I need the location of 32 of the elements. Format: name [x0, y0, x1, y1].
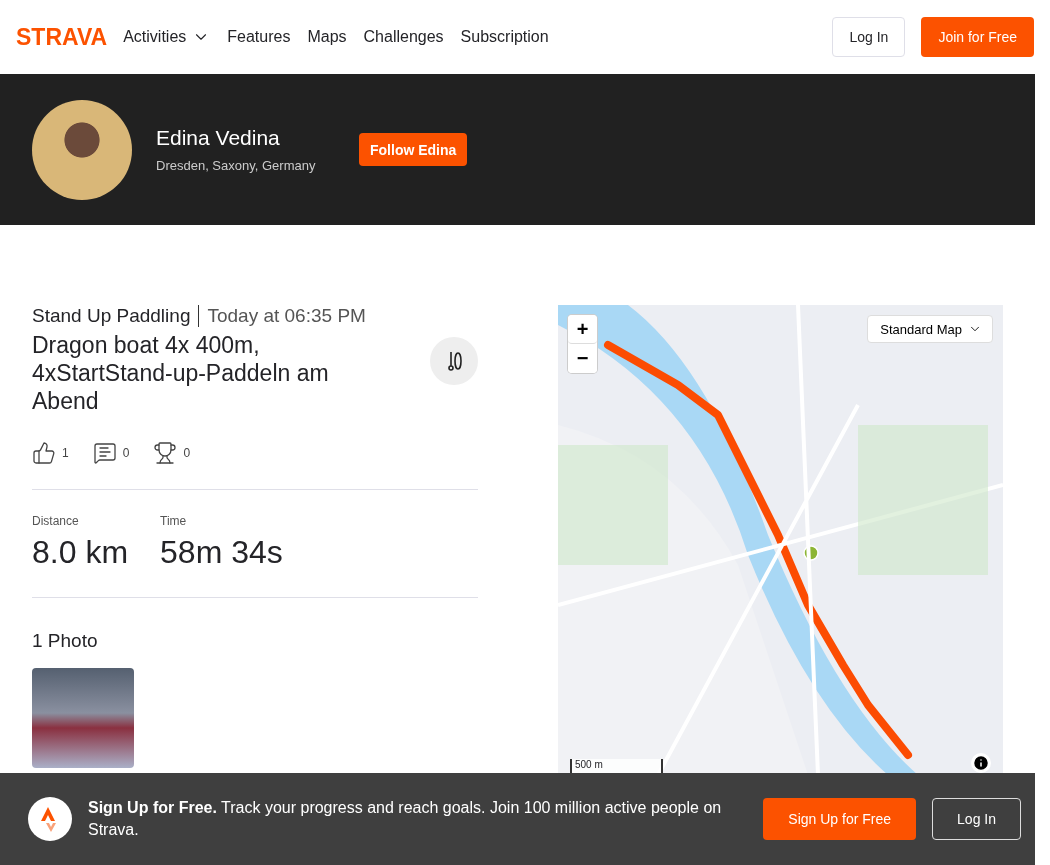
stat-value: 8.0 km: [32, 534, 129, 571]
info-icon: [972, 754, 990, 772]
photo-placeholder[interactable]: [32, 668, 134, 768]
reaction-count[interactable]: 1: [32, 441, 69, 465]
strava-logo-icon: [28, 797, 72, 841]
activity-title: Dragon boat 4x 400m, 4xStartStand-up-Paddeln am Abend: [32, 331, 330, 415]
nav-link[interactable]: Challenges: [363, 28, 444, 46]
stat-value: 58m 34s: [160, 534, 283, 571]
comment-icon: [92, 441, 117, 465]
paddleboard-icon: [430, 337, 478, 385]
athlete-location: Dresden, Saxony, Germany: [156, 158, 317, 173]
nav-link[interactable]: Features: [227, 28, 291, 46]
thumbs-up-icon: [32, 441, 56, 465]
trophy-icon: [153, 441, 178, 465]
reaction-count[interactable]: 0: [92, 441, 130, 465]
nav-link[interactable]: Subscription: [460, 28, 549, 46]
stat-label: Distance: [32, 514, 80, 528]
stat-label: Time: [160, 514, 188, 528]
map-style-select[interactable]: Standard Map: [867, 315, 993, 343]
signup-message: Sign Up for Free. Track your progress and reach goals. Join 100 million active people on Strava.: [88, 798, 723, 840]
sport-type: Stand Up Paddling: [32, 305, 200, 327]
photos-heading: 1 Photo: [32, 630, 99, 652]
activity-time: Today at 06:35 PM: [206, 305, 366, 327]
athlete-name: Edina Vedina: [156, 126, 281, 150]
nav-link[interactable]: Maps: [307, 28, 347, 46]
reaction-count[interactable]: 0: [153, 441, 191, 465]
nav-link[interactable]: Activities: [123, 28, 211, 46]
login-button[interactable]: Log In: [932, 798, 1021, 840]
info-button[interactable]: [971, 753, 991, 773]
login-button[interactable]: Log In: [832, 17, 906, 57]
route-map[interactable]: + − Standard Map 500 m: [558, 305, 1003, 775]
zoom-in-button[interactable]: +: [568, 315, 597, 344]
